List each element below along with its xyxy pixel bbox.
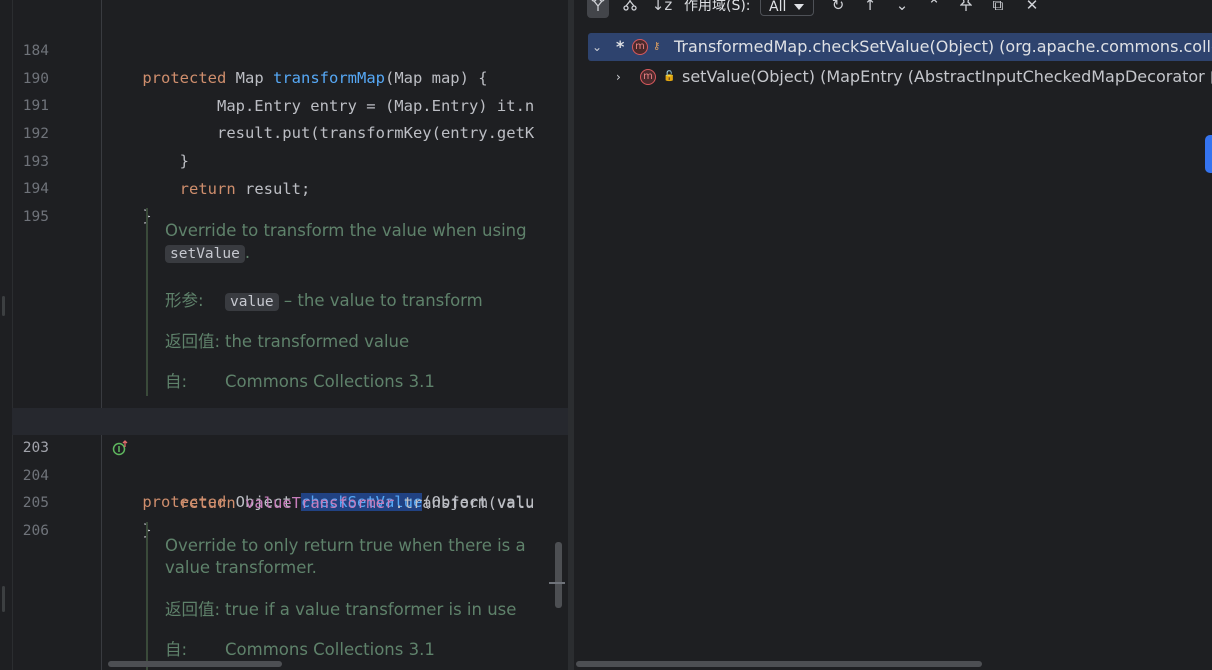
code-line[interactable]: 203 protected Object checkSetValue(Objec… xyxy=(12,408,568,511)
code-line[interactable]: 206 xyxy=(12,491,568,539)
current-node-marker: * xyxy=(616,37,625,56)
javadoc-tag: 返回值: xyxy=(165,600,221,619)
gutter-marker xyxy=(2,586,5,612)
horizontal-scrollbar[interactable] xyxy=(576,661,982,667)
javadoc-description: Override to transform the value when usi… xyxy=(165,220,555,265)
scope-label: 作用域(S): xyxy=(684,0,751,14)
javadoc-code: setValue xyxy=(165,245,245,263)
code-line[interactable]: 191 result.put(transformKey(entry.getK xyxy=(12,66,568,142)
javadoc-code: value xyxy=(225,293,279,311)
javadoc-tag: 自: xyxy=(165,372,188,391)
callee-hierarchy-icon[interactable] xyxy=(587,0,609,18)
javadoc-text: Commons Collections 3.1 xyxy=(225,640,435,659)
code-line[interactable]: 194 } xyxy=(12,149,568,225)
javadoc-param: 形参: value – the value to transform xyxy=(165,287,483,311)
vertical-scrollbar[interactable] xyxy=(555,542,562,608)
javadoc-tag: 形参: xyxy=(165,291,204,310)
code-line[interactable]: 193 return result; xyxy=(12,122,568,198)
javadoc-text: the transformed value xyxy=(225,332,410,351)
arrow-up-icon[interactable]: ↑ xyxy=(859,0,881,18)
scope-value: All xyxy=(769,0,787,15)
method-icon: m xyxy=(640,69,656,85)
javadoc-return: 返回值: true if a value transformer is in us… xyxy=(165,596,516,620)
code-token: } xyxy=(105,207,152,225)
javadoc-block-isset[interactable]: Override to only return true when there … xyxy=(146,522,568,670)
side-panel-tab[interactable] xyxy=(1205,135,1212,173)
javadoc-since: 自: Commons Collections 3.1 xyxy=(165,368,435,392)
javadoc-text: Override to transform the value when usi… xyxy=(165,221,527,240)
code-line[interactable]: 190 Map.Entry entry = (Map.Entry) it.n xyxy=(12,39,568,115)
code-text: } xyxy=(105,517,152,544)
code-line[interactable]: 184 protected Map transformMap(Map map) … xyxy=(12,11,568,87)
hierarchy-toolbar: ↓z 作用域(S): All ↻ ↑ ⌄ ⌃ ⧉ ✕ xyxy=(574,0,1212,20)
code-line[interactable]: 205 } xyxy=(12,463,568,539)
javadoc-description: Override to only return true when there … xyxy=(165,536,526,577)
javadoc-text: true if a value transformer is in use xyxy=(225,600,517,619)
sort-alpha-icon[interactable]: ↓z xyxy=(651,0,673,18)
pin-icon[interactable] xyxy=(955,0,977,18)
scope-dropdown[interactable]: All xyxy=(760,0,814,16)
expand-all-icon[interactable]: ⌄ xyxy=(891,0,913,18)
hierarchy-node-label: setValue(Object) (MapEntry (AbstractInpu… xyxy=(682,67,1212,86)
javadoc-text: – the value to transform xyxy=(283,291,483,310)
scroll-marker xyxy=(549,582,565,584)
hierarchy-node[interactable]: › m 🔓 setValue(Object) (MapEntry (Abstra… xyxy=(588,63,1212,91)
code-line[interactable]: 204 return valueTransformer.transform(va… xyxy=(12,436,568,512)
javadoc-text: Commons Collections 3.1 xyxy=(225,372,435,391)
chevron-down-icon xyxy=(794,4,804,10)
chevron-right-icon[interactable]: › xyxy=(616,63,621,91)
hierarchy-node[interactable]: ⌄ * m ⚷ TransformedMap.checkSetValue(Obj… xyxy=(588,33,1212,61)
close-icon[interactable]: ✕ xyxy=(1021,0,1043,18)
javadoc-since: 自: Commons Collections 3.1 xyxy=(165,636,435,660)
javadoc-block-setvalue[interactable]: Override to transform the value when usi… xyxy=(146,208,568,396)
line-number: 206 xyxy=(22,523,49,539)
code-text: } xyxy=(105,203,152,230)
javadoc-tag: 返回值: xyxy=(165,332,221,351)
horizontal-scrollbar[interactable] xyxy=(108,661,282,667)
code-editor[interactable]: 184 protected Map transformMap(Map map) … xyxy=(0,0,568,670)
javadoc-tag: 自: xyxy=(165,640,188,659)
hierarchy-node-label: TransformedMap.checkSetValue(Object) (or… xyxy=(674,37,1212,56)
key-icon: ⚷ xyxy=(653,41,661,52)
unlock-icon: 🔓 xyxy=(663,71,676,82)
chevron-down-icon[interactable]: ⌄ xyxy=(592,33,602,61)
line-number: 195 xyxy=(22,209,49,225)
method-icon: m xyxy=(632,39,648,55)
code-token: } xyxy=(105,521,152,539)
refresh-icon[interactable]: ↻ xyxy=(827,0,849,18)
javadoc-text: . xyxy=(244,243,251,262)
collapse-all-icon[interactable]: ⌃ xyxy=(923,0,945,18)
code-line[interactable]: 195 xyxy=(12,177,568,225)
caller-hierarchy-icon[interactable] xyxy=(619,0,641,18)
open-in-window-icon[interactable]: ⧉ xyxy=(987,0,1009,18)
javadoc-return: 返回值: the transformed value xyxy=(165,328,409,352)
gutter-marker xyxy=(2,296,5,316)
code-line[interactable]: 192 } xyxy=(12,94,568,170)
call-hierarchy-panel: ↓z 作用域(S): All ↻ ↑ ⌄ ⌃ ⧉ ✕ ⌄ * m ⚷ Trans… xyxy=(574,0,1212,670)
